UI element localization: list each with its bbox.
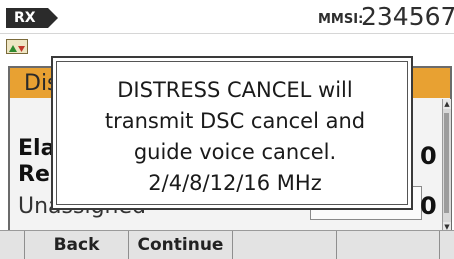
scrollbar[interactable]: ▲ ▼ xyxy=(442,99,451,232)
radio-screen: RX MMSI: 234567890 Dis Ela Res Unassigne… xyxy=(0,0,454,259)
distress-cancel-dialog: DISTRESS CANCEL will transmit DSC cancel… xyxy=(51,56,413,210)
dialog-line-4: 2/4/8/12/16 MHz xyxy=(148,171,322,195)
softkey-bar: Back Continue xyxy=(0,230,454,259)
dsc-status-icon-graphic xyxy=(9,45,25,52)
dsc-status-icon xyxy=(6,39,28,54)
dialog-line-2: transmit DSC cancel and xyxy=(104,109,366,133)
continue-button[interactable]: Continue xyxy=(128,231,232,259)
dialog-frame: DISTRESS CANCEL will transmit DSC cancel… xyxy=(56,61,408,205)
dialog-line-1: DISTRESS CANCEL will xyxy=(117,78,353,102)
rx-mode-badge: RX xyxy=(6,8,58,28)
mmsi-label: MMSI: xyxy=(318,12,364,27)
back-button[interactable]: Back xyxy=(24,231,128,259)
status-bar: RX MMSI: 234567890 xyxy=(0,0,454,34)
softkey-4-empty[interactable] xyxy=(336,231,440,259)
value-digit-2: 0 xyxy=(420,192,437,220)
softkey-3-empty[interactable] xyxy=(232,231,336,259)
menu-row-elapsed: Ela xyxy=(18,136,56,161)
scroll-thumb[interactable] xyxy=(444,113,449,213)
value-digit-1: 0 xyxy=(420,142,437,170)
mmsi-value: 234567890 xyxy=(361,2,454,31)
dialog-line-3: guide voice cancel. xyxy=(133,140,337,164)
scroll-up-icon[interactable]: ▲ xyxy=(443,99,451,109)
